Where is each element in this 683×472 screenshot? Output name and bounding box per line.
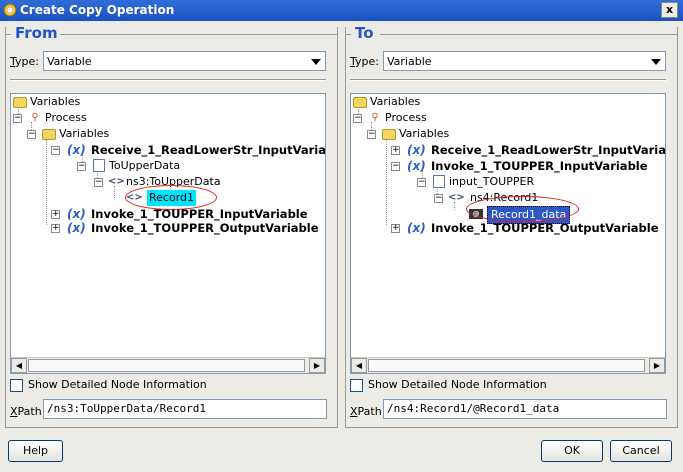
document-icon — [433, 175, 445, 188]
chevron-down-icon — [651, 59, 661, 65]
from-xpath-input[interactable]: /ns3:ToUpperData/Record1 — [43, 399, 327, 419]
variable-icon: (x) — [407, 143, 426, 157]
process-icon: ⚲ — [371, 112, 379, 123]
variable-icon: (x) — [67, 221, 86, 235]
xpath-label: XPath: — [350, 405, 386, 418]
collapse-toggle[interactable]: − — [434, 194, 443, 203]
scroll-left-icon[interactable]: ◀ — [11, 358, 27, 373]
from-title: From — [13, 24, 60, 42]
divider — [10, 79, 326, 81]
to-tree[interactable]: Variables − ⚲ Process − Variables + (x) … — [350, 93, 666, 374]
divider — [350, 79, 666, 81]
horizontal-scrollbar[interactable]: ◀ ▶ — [351, 357, 665, 373]
variable-icon: (x) — [67, 207, 86, 221]
collapse-toggle[interactable]: − — [77, 162, 86, 171]
variable-icon: (x) — [407, 221, 426, 235]
collapse-toggle[interactable]: − — [27, 130, 36, 139]
help-button[interactable]: Help — [8, 440, 63, 462]
cancel-button[interactable]: Cancel — [610, 440, 672, 462]
to-panel: To Type: Variable Variables − ⚲ Process … — [345, 24, 678, 428]
to-type-label: Type: — [350, 55, 379, 68]
from-type-select[interactable]: Variable — [43, 51, 326, 71]
collapse-toggle[interactable]: − — [367, 130, 376, 139]
ok-button[interactable]: OK — [541, 440, 603, 462]
highlight-ellipse — [466, 196, 579, 222]
scroll-right-icon[interactable]: ▶ — [649, 358, 665, 373]
from-tree[interactable]: Variables − ⚲ Process − Variables − (x) … — [10, 93, 326, 374]
chevron-down-icon — [311, 59, 321, 65]
to-type-value: Variable — [387, 55, 432, 68]
folder-icon — [42, 129, 56, 140]
scroll-left-icon[interactable]: ◀ — [351, 358, 367, 373]
from-panel: From Type: Variable Variables − ⚲ Proces… — [5, 24, 338, 428]
folder-icon — [353, 97, 367, 108]
document-icon — [93, 159, 105, 172]
scroll-thumb[interactable] — [368, 359, 645, 372]
element-icon: <> — [448, 192, 465, 203]
collapse-toggle[interactable]: − — [94, 178, 103, 187]
expand-toggle[interactable]: + — [391, 146, 400, 155]
show-detail-checkbox[interactable] — [10, 379, 23, 392]
close-button[interactable]: x — [661, 2, 678, 18]
show-detail-checkbox[interactable] — [350, 379, 363, 392]
title-bar: Create Copy Operation x — [0, 0, 683, 21]
scroll-thumb[interactable] — [28, 359, 305, 372]
app-icon — [3, 3, 17, 17]
variable-icon: (x) — [67, 143, 86, 157]
to-type-select[interactable]: Variable — [383, 51, 666, 71]
element-icon: <> — [108, 176, 125, 187]
from-type-value: Variable — [47, 55, 92, 68]
xpath-label: XPath: — [10, 405, 46, 418]
collapse-toggle[interactable]: − — [13, 114, 22, 123]
scroll-right-icon[interactable]: ▶ — [309, 358, 325, 373]
folder-icon — [382, 129, 396, 140]
variable-icon: (x) — [407, 159, 426, 173]
show-detail-label: Show Detailed Node Information — [368, 378, 547, 391]
process-icon: ⚲ — [31, 112, 39, 123]
collapse-toggle[interactable]: − — [417, 178, 426, 187]
folder-icon — [13, 97, 27, 108]
horizontal-scrollbar[interactable]: ◀ ▶ — [11, 357, 325, 373]
expand-toggle[interactable]: + — [51, 224, 60, 233]
from-type-label: Type: — [10, 55, 39, 68]
window-title: Create Copy Operation — [20, 3, 175, 17]
collapse-toggle[interactable]: − — [391, 162, 400, 171]
collapse-toggle[interactable]: − — [51, 146, 60, 155]
expand-toggle[interactable]: + — [391, 224, 400, 233]
collapse-toggle[interactable]: − — [353, 114, 362, 123]
to-title: To — [353, 24, 376, 42]
show-detail-label: Show Detailed Node Information — [28, 378, 207, 391]
to-xpath-input[interactable]: /ns4:Record1/@Record1_data — [383, 399, 667, 419]
expand-toggle[interactable]: + — [51, 210, 60, 219]
